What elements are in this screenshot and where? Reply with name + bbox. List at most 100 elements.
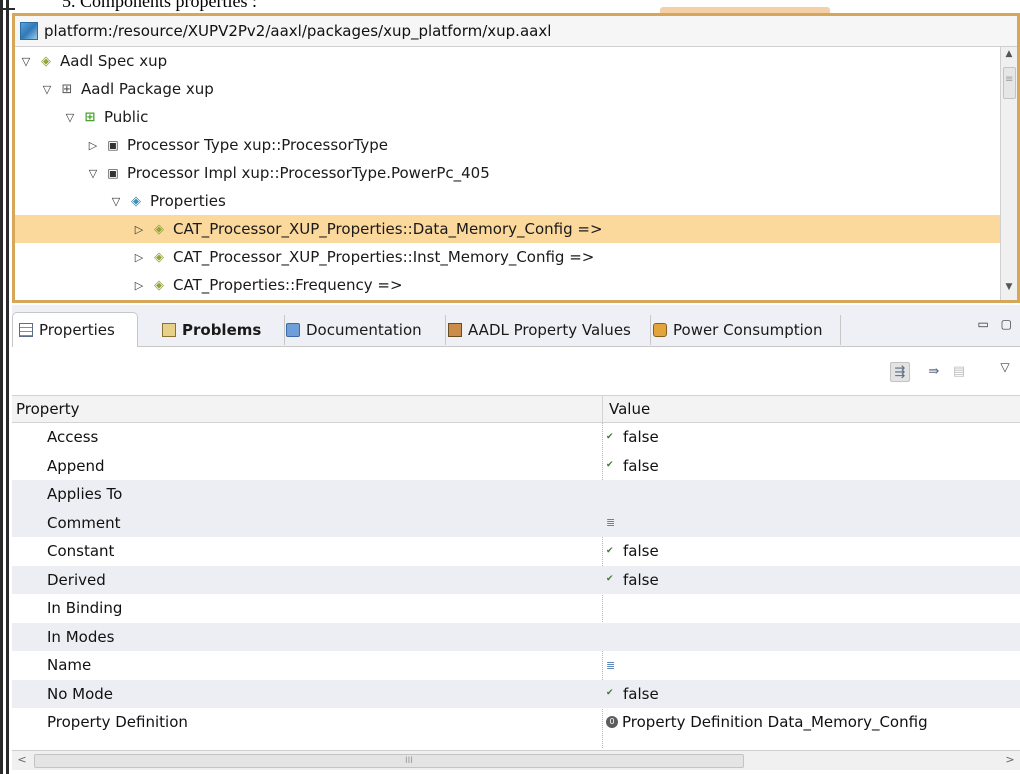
expand-toggle-icon[interactable]: ▽ xyxy=(63,111,77,124)
tab-properties[interactable]: Properties xyxy=(12,312,138,347)
property-name: No Mode xyxy=(47,684,114,703)
resource-path: platform:/resource/XUPV2Pv2/aaxl/package… xyxy=(44,22,552,40)
tree-node-properties[interactable]: ▽ ◈ Properties xyxy=(15,187,1000,215)
value-text: false xyxy=(623,684,659,703)
value-text: false xyxy=(623,428,659,447)
tree-node-aadl-spec[interactable]: ▽ ◈ Aadl Spec xup xyxy=(15,47,1000,75)
property-value: false xyxy=(604,542,659,560)
expand-toggle-icon[interactable]: ▽ xyxy=(109,195,123,208)
boolean-value-icon xyxy=(606,460,619,471)
expand-toggle-icon[interactable]: ▷ xyxy=(132,223,146,236)
problems-view-icon xyxy=(162,322,176,337)
table-row[interactable]: Name xyxy=(12,651,1020,680)
column-divider[interactable] xyxy=(602,396,603,424)
text-value-icon xyxy=(606,517,619,528)
tree-node-label: CAT_Processor_XUP_Properties::Data_Memor… xyxy=(173,220,603,238)
table-row[interactable]: No Mode false xyxy=(12,679,1020,708)
tree-node-label: Processor Impl xup::ProcessorType.PowerP… xyxy=(127,164,490,182)
tree-node-public[interactable]: ▽ ⊞ Public xyxy=(15,103,1000,131)
property-name: In Modes xyxy=(47,627,115,646)
tab-problems[interactable]: Problems xyxy=(162,312,261,347)
tab-power-consumption[interactable]: Power Consumption xyxy=(653,312,822,347)
scroll-right-arrow-icon[interactable]: > xyxy=(1002,753,1018,769)
value-text: false xyxy=(623,456,659,475)
editor-resource-header: platform:/resource/XUPV2Pv2/aaxl/package… xyxy=(15,16,1017,47)
property-name: Constant xyxy=(47,542,115,561)
tab-documentation[interactable]: Documentation xyxy=(286,312,422,347)
table-row[interactable]: Comment xyxy=(12,508,1020,537)
boolean-value-icon xyxy=(606,574,619,585)
minimize-maximize-icon[interactable]: ▭ ▢ xyxy=(978,317,1017,331)
boolean-value-icon xyxy=(606,546,619,557)
value-text: false xyxy=(623,570,659,589)
scroll-left-arrow-icon[interactable]: < xyxy=(14,753,30,769)
tree-node-frequency[interactable]: ▷ ◈ CAT_Properties::Frequency => xyxy=(15,271,1000,299)
property-name: Append xyxy=(47,456,105,475)
aaxl-file-icon xyxy=(20,22,38,40)
tree-vertical-scrollbar[interactable]: ▲ ▼ xyxy=(1000,47,1017,300)
tree-node-label: Public xyxy=(104,108,149,126)
tab-separator xyxy=(284,315,285,345)
tab-aadl-property-values[interactable]: AADL Property Values xyxy=(448,312,631,347)
property-value: false xyxy=(604,457,659,475)
tree-node-label: Aadl Spec xup xyxy=(60,52,168,70)
aadl-spec-icon: ◈ xyxy=(41,53,51,69)
tree-node-inst-memory-config[interactable]: ▷ ◈ CAT_Processor_XUP_Properties::Inst_M… xyxy=(15,243,1000,271)
property-column-header[interactable]: Property xyxy=(16,400,79,418)
tab-label: Documentation xyxy=(306,320,422,339)
table-row[interactable]: Applies To xyxy=(12,480,1020,509)
table-row[interactable]: In Modes xyxy=(12,622,1020,651)
expand-toggle-icon[interactable]: ▽ xyxy=(86,167,100,180)
tree-node-label: Processor Type xup::ProcessorType xyxy=(127,136,388,154)
page-left-border-inner xyxy=(6,0,9,774)
scroll-up-arrow-icon[interactable]: ▲ xyxy=(1001,49,1017,65)
scroll-thumb[interactable]: III xyxy=(34,754,744,768)
tree-node-aadl-package[interactable]: ▽ ⊞ Aadl Package xup xyxy=(15,75,1000,103)
property-value: 0 Property Definition Data_Memory_Config xyxy=(604,713,928,731)
table-horizontal-scrollbar[interactable]: < III > xyxy=(12,750,1020,770)
model-tree[interactable]: ▽ ◈ Aadl Spec xup ▽ ⊞ Aadl Package xup ▽… xyxy=(15,47,1000,300)
property-name: In Binding xyxy=(47,599,123,618)
tab-label: AADL Property Values xyxy=(468,320,631,339)
scroll-down-arrow-icon[interactable]: ▼ xyxy=(1001,282,1017,298)
package-icon: ⊞ xyxy=(61,81,73,97)
property-association-icon: ◈ xyxy=(154,277,164,293)
tree-node-label: Properties xyxy=(150,192,226,210)
page-left-border xyxy=(0,0,3,774)
tab-label: Problems xyxy=(182,320,262,339)
text-value-icon xyxy=(606,660,619,671)
expand-toggle-icon[interactable]: ▽ xyxy=(19,55,33,68)
tree-node-data-memory-config[interactable]: ▷ ◈ CAT_Processor_XUP_Properties::Data_M… xyxy=(15,215,1000,243)
expand-toggle-icon[interactable]: ▷ xyxy=(132,251,146,264)
expand-toggle-icon[interactable]: ▽ xyxy=(40,83,54,96)
tab-separator xyxy=(445,315,446,345)
tree-node-label: Aadl Package xup xyxy=(81,80,214,98)
property-value: false xyxy=(604,571,659,589)
property-name: Name xyxy=(47,656,92,675)
property-definition-icon: 0 xyxy=(606,716,618,729)
show-advanced-properties-icon[interactable]: ⇛ xyxy=(924,362,944,382)
tree-node-processor-type[interactable]: ▷ ▣ Processor Type xup::ProcessorType xyxy=(15,131,1000,159)
table-row[interactable]: Derived false xyxy=(12,565,1020,594)
value-column-header[interactable]: Value xyxy=(609,400,650,418)
table-row[interactable]: Constant false xyxy=(12,537,1020,566)
table-row[interactable]: Append false xyxy=(12,452,1020,481)
view-tab-bar: Properties Problems Documentation AADL P… xyxy=(12,305,1020,347)
table-row[interactable]: Property Definition 0 Property Definition… xyxy=(12,708,1020,737)
view-menu-icon[interactable]: ▽ xyxy=(995,357,1015,377)
table-row[interactable]: Access false xyxy=(12,423,1020,452)
property-value xyxy=(604,517,623,528)
table-header: Property Value xyxy=(12,395,1020,424)
table-row[interactable]: In Binding xyxy=(12,594,1020,623)
property-name: Property Definition xyxy=(47,713,188,732)
expand-toggle-icon[interactable]: ▷ xyxy=(132,279,146,292)
properties-view-icon xyxy=(19,323,33,337)
property-name: Comment xyxy=(47,513,121,532)
aaxl-model-editor[interactable]: platform:/resource/XUPV2Pv2/aaxl/package… xyxy=(12,13,1020,303)
show-categories-icon[interactable]: ⇶ xyxy=(890,362,910,382)
expand-toggle-icon[interactable]: ▷ xyxy=(86,139,100,152)
filter-properties-icon[interactable]: ▤ xyxy=(949,362,969,382)
scroll-thumb[interactable] xyxy=(1003,67,1016,99)
property-name: Derived xyxy=(47,570,106,589)
tree-node-processor-impl[interactable]: ▽ ▣ Processor Impl xup::ProcessorType.Po… xyxy=(15,159,1000,187)
